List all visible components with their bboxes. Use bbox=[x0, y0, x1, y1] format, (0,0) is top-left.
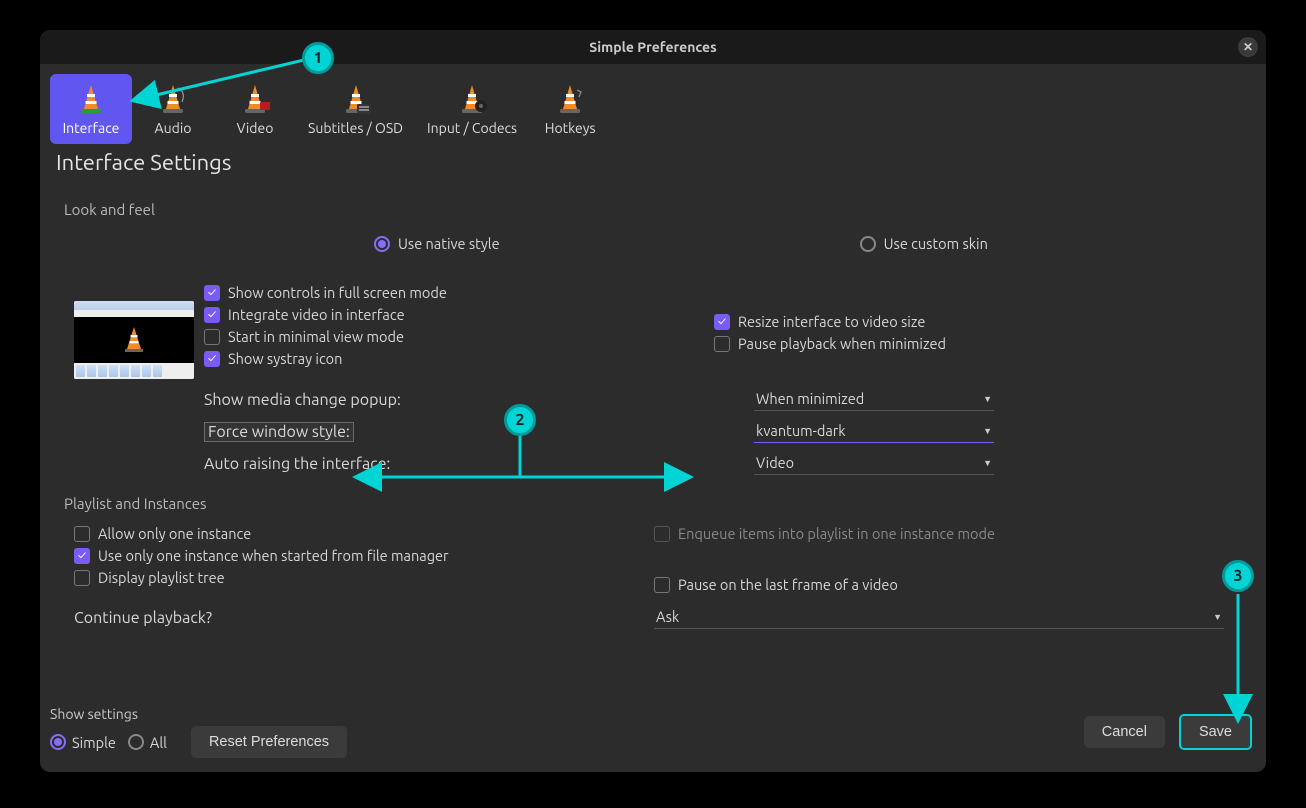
interface-preview bbox=[74, 279, 204, 379]
chevron-down-icon: ▼ bbox=[983, 394, 992, 404]
label-continue-playback: Continue playback? bbox=[74, 609, 212, 627]
cone-icon bbox=[238, 82, 272, 116]
label-force-window-style: Force window style: bbox=[204, 422, 354, 442]
select-auto-raising[interactable]: Video ▼ bbox=[754, 452, 994, 475]
tab-interface-label: Interface bbox=[63, 120, 120, 136]
cone-icon bbox=[156, 82, 190, 116]
radio-native-style[interactable]: Use native style bbox=[374, 235, 500, 252]
cone-icon bbox=[553, 82, 587, 116]
tab-hotkeys[interactable]: Hotkeys bbox=[529, 74, 611, 144]
checkbox-integrate-video[interactable]: Integrate video in interface bbox=[204, 306, 714, 323]
checkbox-pause-last-frame[interactable]: Pause on the last frame of a video bbox=[654, 576, 1214, 593]
group-playlist-instances: Playlist and Instances bbox=[64, 495, 1242, 512]
chevron-down-icon: ▼ bbox=[983, 426, 992, 436]
checkbox-file-manager-instance[interactable]: Use only one instance when started from … bbox=[74, 547, 654, 564]
checkbox-icon bbox=[204, 351, 220, 367]
checkbox-icon bbox=[714, 314, 730, 330]
tab-hotkeys-label: Hotkeys bbox=[545, 120, 596, 136]
cancel-button[interactable]: Cancel bbox=[1084, 716, 1165, 748]
cone-icon bbox=[339, 82, 373, 116]
reset-preferences-button[interactable]: Reset Preferences bbox=[191, 726, 347, 758]
checkbox-icon bbox=[204, 329, 220, 345]
label-auto-raising: Auto raising the interface: bbox=[204, 455, 390, 473]
settings-body: Look and feel Use native style Use custo… bbox=[40, 181, 1266, 700]
label-show-settings: Show settings bbox=[50, 706, 347, 722]
tab-video-label: Video bbox=[237, 120, 274, 136]
radio-custom-skin[interactable]: Use custom skin bbox=[860, 235, 988, 252]
group-look-and-feel: Look and feel bbox=[64, 201, 1242, 218]
tab-subtitles-label: Subtitles / OSD bbox=[308, 120, 403, 136]
cone-icon bbox=[74, 82, 108, 116]
chevron-down-icon: ▼ bbox=[983, 458, 992, 468]
preferences-window: Simple Preferences ✕ Interface Audio Vid… bbox=[40, 30, 1266, 772]
tab-subtitles[interactable]: Subtitles / OSD bbox=[296, 74, 415, 144]
window-title: Simple Preferences bbox=[589, 39, 716, 55]
checkbox-systray-icon[interactable]: Show systray icon bbox=[204, 350, 714, 367]
tab-interface[interactable]: Interface bbox=[50, 74, 132, 144]
radio-icon bbox=[374, 236, 390, 252]
titlebar: Simple Preferences ✕ bbox=[40, 30, 1266, 64]
checkbox-pause-minimized[interactable]: Pause playback when minimized bbox=[714, 335, 1214, 352]
category-tabs: Interface Audio Video Subtitles / OSD In… bbox=[40, 64, 1266, 144]
checkbox-icon bbox=[204, 285, 220, 301]
radio-simple[interactable] bbox=[50, 734, 66, 750]
tab-video[interactable]: Video bbox=[214, 74, 296, 144]
tab-input-codecs[interactable]: Input / Codecs bbox=[415, 74, 529, 144]
checkbox-icon bbox=[654, 577, 670, 593]
checkbox-playlist-tree[interactable]: Display playlist tree bbox=[74, 569, 654, 586]
select-media-popup[interactable]: When minimized ▼ bbox=[754, 388, 994, 411]
tab-input-label: Input / Codecs bbox=[427, 120, 517, 136]
checkbox-enqueue-one-instance: Enqueue items into playlist in one insta… bbox=[654, 525, 1214, 542]
checkbox-icon bbox=[74, 548, 90, 564]
close-icon[interactable]: ✕ bbox=[1238, 37, 1258, 57]
select-force-window-style[interactable]: kvantum-dark ▼ bbox=[754, 420, 994, 443]
checkbox-icon bbox=[74, 526, 90, 542]
chevron-down-icon: ▼ bbox=[1213, 612, 1222, 622]
checkbox-icon bbox=[74, 570, 90, 586]
checkbox-icon bbox=[714, 336, 730, 352]
label-media-popup: Show media change popup: bbox=[204, 391, 401, 409]
checkbox-icon bbox=[204, 307, 220, 323]
checkbox-minimal-view[interactable]: Start in minimal view mode bbox=[204, 328, 714, 345]
checkbox-show-controls-fullscreen[interactable]: Show controls in full screen mode bbox=[204, 284, 714, 301]
radio-icon bbox=[860, 236, 876, 252]
save-button[interactable]: Save bbox=[1179, 714, 1252, 750]
tab-audio[interactable]: Audio bbox=[132, 74, 214, 144]
checkbox-resize-interface[interactable]: Resize interface to video size bbox=[714, 313, 1214, 330]
cone-icon bbox=[455, 82, 489, 116]
footer: Show settings Simple All Reset Preferenc… bbox=[40, 700, 1266, 772]
tab-audio-label: Audio bbox=[155, 120, 192, 136]
checkbox-icon bbox=[654, 526, 670, 542]
radio-all[interactable] bbox=[128, 734, 144, 750]
select-continue-playback[interactable]: Ask ▼ bbox=[654, 606, 1224, 629]
page-title: Interface Settings bbox=[40, 144, 1266, 181]
checkbox-one-instance[interactable]: Allow only one instance bbox=[74, 525, 654, 542]
